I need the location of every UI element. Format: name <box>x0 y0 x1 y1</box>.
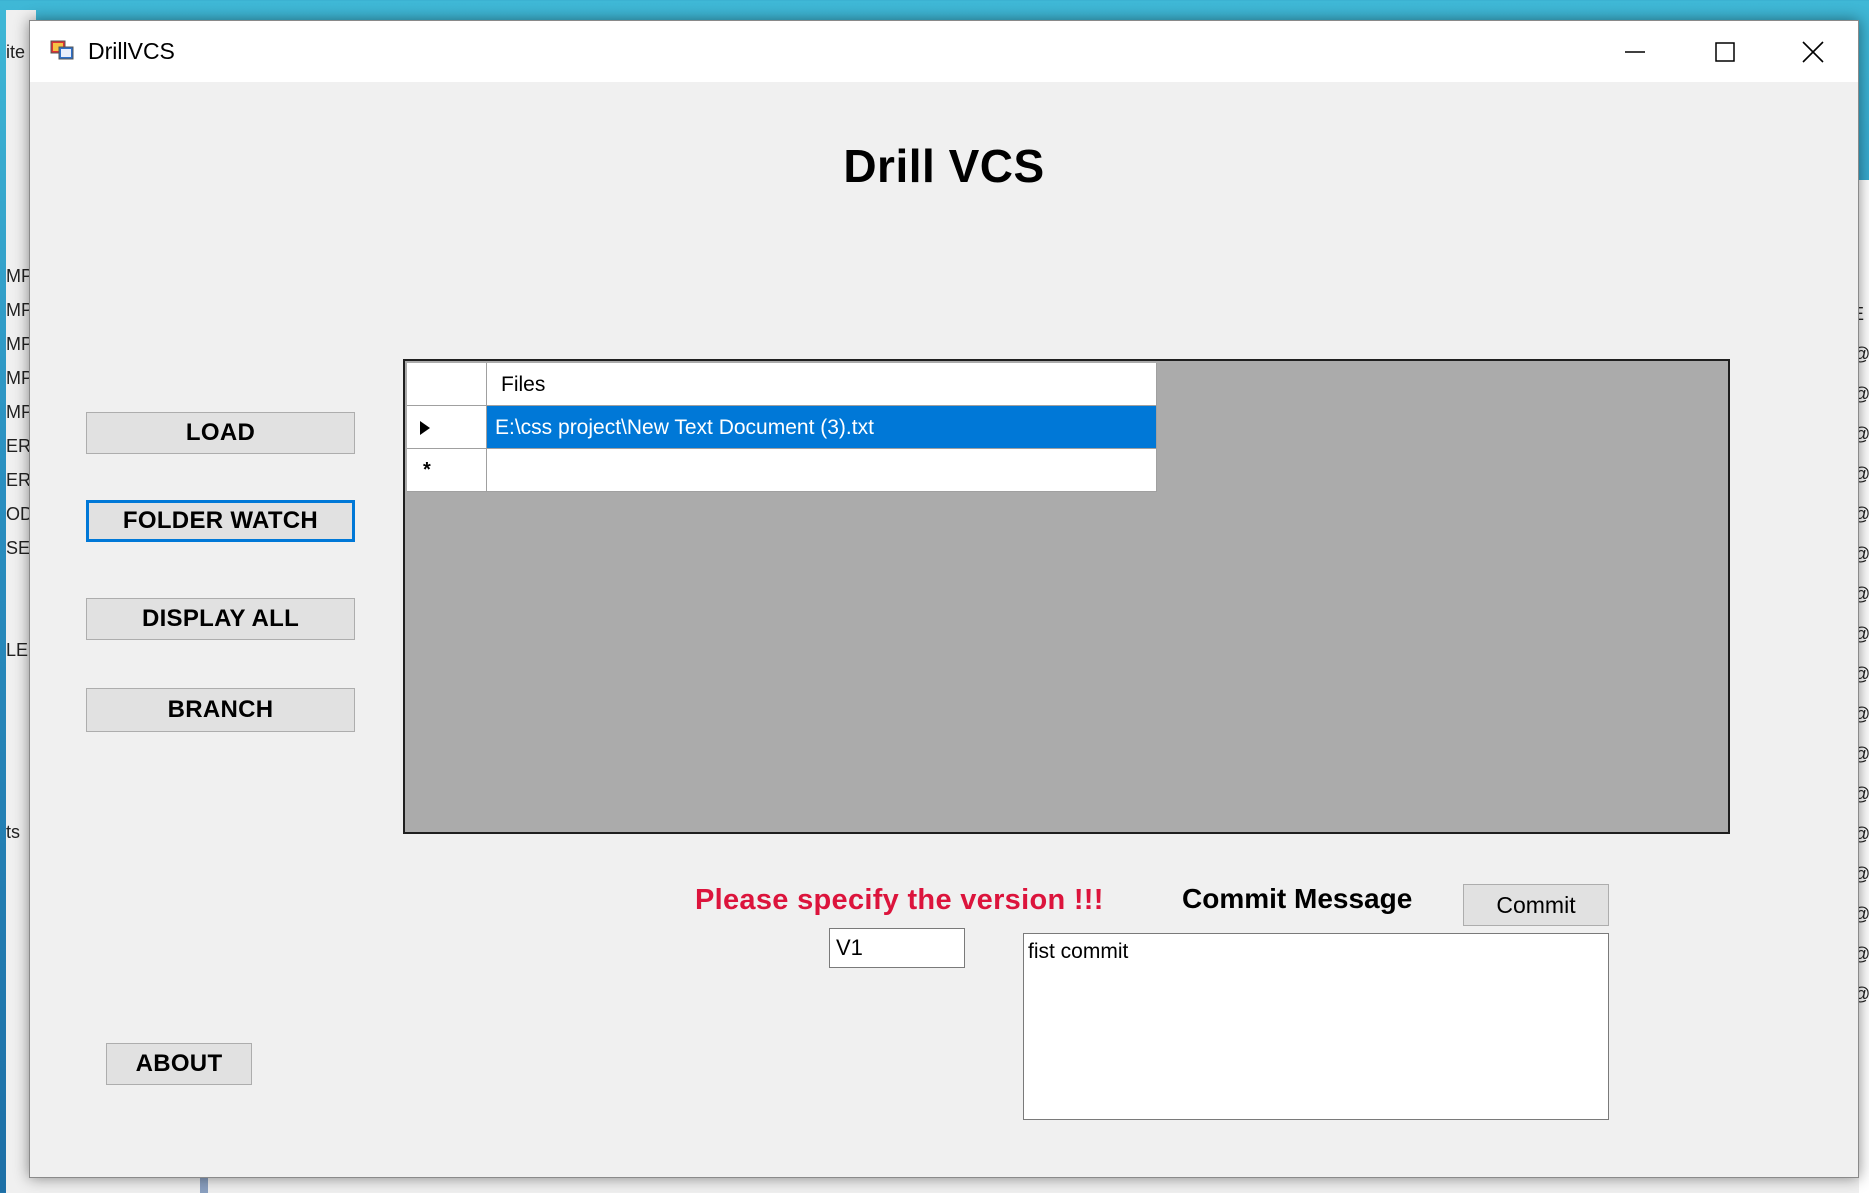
commit-button[interactable]: Commit <box>1463 884 1609 926</box>
display-all-button[interactable]: DISPLAY ALL <box>86 598 355 640</box>
drillvcs-window: DrillVCS Drill VCS LOAD FOLDER WATCH DIS… <box>29 20 1859 1178</box>
bg-fragment: ite <box>6 42 26 62</box>
commit-message-label: Commit Message <box>1182 883 1413 914</box>
maximize-button[interactable] <box>1680 21 1770 82</box>
bg-fragment: LE <box>6 640 29 660</box>
new-row-header[interactable]: * <box>407 449 487 492</box>
current-row-arrow-icon <box>420 421 430 435</box>
grid-corner-cell[interactable] <box>407 363 487 406</box>
branch-button[interactable]: BRANCH <box>86 688 355 732</box>
background-app-bottom <box>29 1176 1859 1193</box>
new-row-cell[interactable] <box>487 449 1157 492</box>
file-cell-selected[interactable]: E:\css project\New Text Document (3).txt <box>487 406 1157 449</box>
app-heading: Drill VCS <box>843 140 1045 192</box>
version-warning-label: Please specify the version !!! <box>695 884 1104 916</box>
commit-message-textarea[interactable]: fist commit <box>1023 933 1609 1120</box>
about-button[interactable]: ABOUT <box>106 1043 252 1085</box>
close-icon <box>1802 40 1824 63</box>
background-scroll-indicator <box>200 1176 208 1193</box>
folder-watch-button[interactable]: FOLDER WATCH <box>86 500 355 542</box>
window-title: DrillVCS <box>88 38 175 64</box>
new-row-icon: * <box>423 459 431 481</box>
file-path: E:\css project\New Text Document (3).txt <box>495 416 874 439</box>
row-header[interactable] <box>407 406 487 449</box>
minimize-button[interactable] <box>1590 21 1680 82</box>
minimize-icon <box>1625 50 1645 53</box>
load-button[interactable]: LOAD <box>86 412 355 454</box>
close-button[interactable] <box>1768 21 1858 82</box>
column-header-files[interactable]: Files <box>487 363 1157 406</box>
bg-fragment: ts <box>6 822 21 842</box>
bg-fragment: ER <box>6 436 32 456</box>
files-grid[interactable]: Files E:\css project\New Text Document (… <box>403 359 1730 834</box>
title-bar[interactable]: DrillVCS <box>30 21 1858 82</box>
bg-fragment: ER <box>6 470 32 490</box>
version-input[interactable] <box>829 928 965 968</box>
app-icon <box>50 40 74 60</box>
bg-fragment: SE <box>6 538 31 558</box>
maximize-icon <box>1715 41 1735 62</box>
column-header-label: Files <box>501 373 546 396</box>
